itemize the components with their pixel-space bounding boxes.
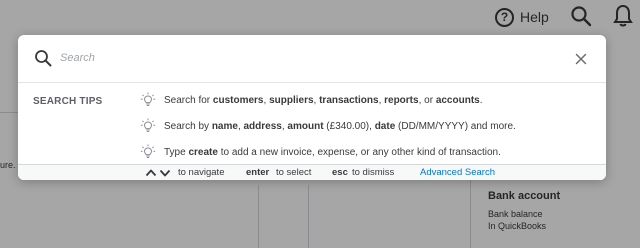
search-tip-text: Search for customers, suppliers, transac… — [164, 95, 483, 106]
keyboard-hints-footer: to navigate enter to select esc to dismi… — [18, 164, 606, 180]
search-modal: SEARCH TIPS Search for customers, suppli… — [18, 35, 606, 180]
search-tip-text: Type create to add a new invoice, expens… — [164, 147, 501, 158]
search-tip: Type create to add a new invoice, expens… — [140, 144, 501, 159]
lightbulb-icon — [140, 144, 156, 158]
tip-text-segment: , or — [418, 94, 436, 106]
tip-keyword: customers — [212, 94, 264, 106]
tip-text-segment: to add a new invoice, expense, or any ot… — [217, 146, 501, 158]
navigate-hint: to navigate — [178, 167, 225, 178]
tip-keyword: transactions — [319, 94, 379, 106]
tip-keyword: accounts — [435, 94, 480, 106]
esc-key: esc — [332, 167, 348, 178]
tip-text-segment: (£340.00), — [323, 120, 375, 132]
search-tip: Search for customers, suppliers, transac… — [140, 92, 483, 107]
tip-text-segment: Search for — [164, 94, 213, 106]
tip-keyword: address — [243, 120, 282, 132]
tip-keyword: create — [188, 146, 218, 158]
select-hint: to select — [276, 167, 312, 178]
tip-text-segment: Type — [164, 146, 189, 158]
enter-key: enter — [246, 167, 270, 178]
tip-text-segment: . — [479, 94, 483, 106]
search-icon — [35, 50, 52, 67]
close-icon[interactable] — [574, 52, 588, 66]
tip-keyword: suppliers — [269, 94, 314, 106]
navigate-arrows — [145, 167, 171, 179]
tip-keyword: date — [374, 120, 396, 132]
chevron-up-icon — [145, 169, 157, 177]
tip-keyword: amount — [287, 120, 324, 132]
search-tip-text: Search by name, address, amount (£340.00… — [164, 121, 516, 132]
chevron-down-icon — [159, 169, 171, 177]
tip-keyword: name — [211, 120, 238, 132]
search-tip: Search by name, address, amount (£340.00… — [140, 118, 516, 133]
tip-text-segment: (DD/MM/YYYY) and more. — [395, 120, 516, 132]
tip-keyword: reports — [384, 94, 419, 106]
lightbulb-icon — [140, 92, 156, 106]
advanced-search-link[interactable]: Advanced Search — [420, 167, 495, 178]
dismiss-hint: to dismiss — [352, 167, 395, 178]
lightbulb-icon — [140, 118, 156, 132]
search-tips-heading: SEARCH TIPS — [33, 96, 103, 107]
search-bar — [18, 35, 606, 83]
tip-text-segment: Search by — [164, 120, 212, 132]
search-input[interactable] — [60, 47, 560, 69]
